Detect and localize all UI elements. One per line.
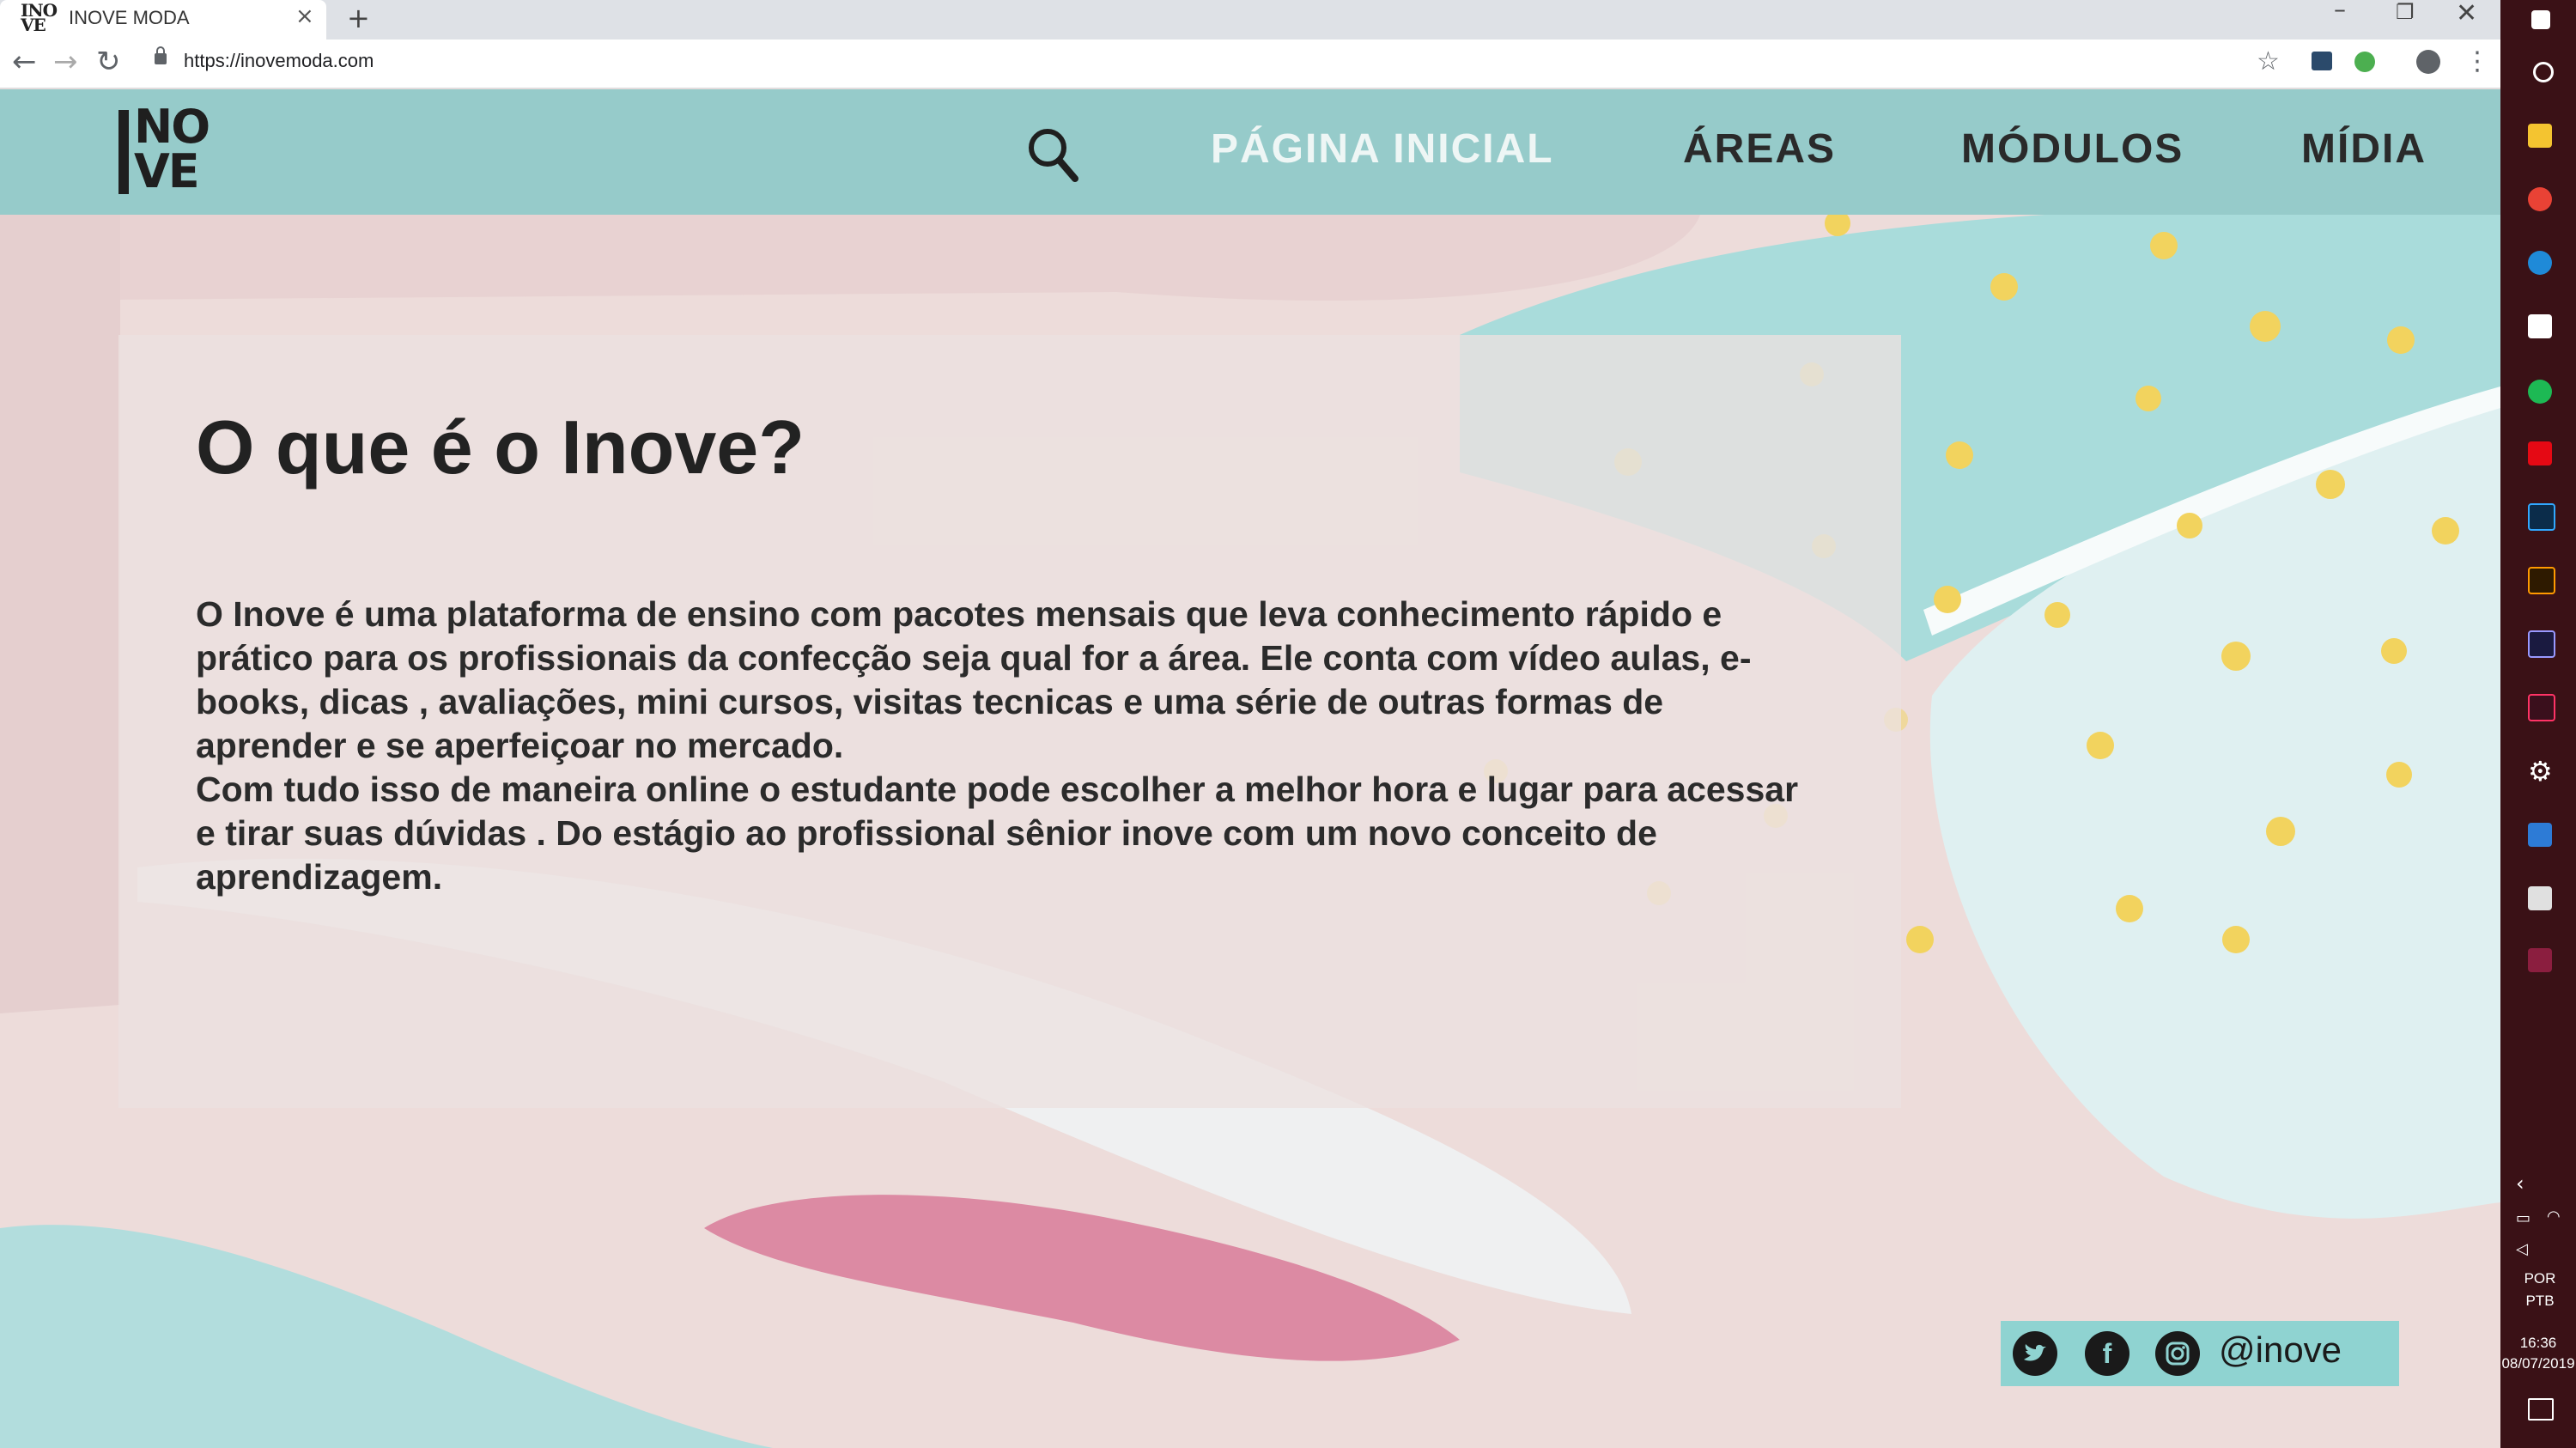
windows-taskbar — [2500, 0, 2576, 1448]
mail-icon[interactable] — [2528, 314, 2552, 338]
browser-tab-bar — [0, 0, 2500, 40]
image-viewer-icon[interactable] — [2528, 886, 2552, 910]
tab-title: INOVE MODA — [69, 7, 190, 28]
battery-icon[interactable]: ▭ — [2516, 1209, 2530, 1227]
clock-time: 16:36 — [2519, 1335, 2557, 1351]
system-clock[interactable]: 16:36 08/07/2019 — [2500, 1333, 2576, 1374]
extension-icon[interactable] — [2312, 52, 2332, 70]
window-minimize-button[interactable]: – — [2334, 0, 2346, 23]
logo-line1: NO — [134, 100, 210, 154]
language-indicator[interactable]: POR PTB — [2519, 1268, 2561, 1312]
window-close-button[interactable]: ✕ — [2456, 0, 2477, 28]
address-bar[interactable]: https://inovemoda.com — [184, 50, 374, 72]
after-effects-icon[interactable] — [2528, 630, 2555, 658]
settings-gear-icon[interactable]: ⚙ — [2528, 757, 2553, 785]
lock-icon — [155, 46, 167, 64]
social-handle[interactable]: @inove — [2219, 1329, 2342, 1371]
pink-blob-left — [0, 215, 1700, 301]
windows-start-icon[interactable] — [2531, 10, 2550, 29]
volume-icon[interactable]: ◁ — [2516, 1240, 2528, 1258]
show-hidden-icons-chevron-icon[interactable]: ‹ — [2516, 1171, 2524, 1196]
photoshop-icon[interactable] — [2528, 503, 2555, 531]
forward-arrow-icon[interactable]: → — [53, 45, 78, 79]
extension-green-icon[interactable] — [2354, 52, 2375, 72]
logo-line2: VE — [134, 144, 200, 198]
new-tab-button[interactable]: + — [347, 2, 370, 34]
window-maximize-button[interactable]: ❐ — [2396, 0, 2415, 24]
reload-icon[interactable]: ↻ — [96, 45, 121, 79]
description-text: O Inove é uma plataforma de ensino com p… — [196, 593, 1810, 899]
tab-favicon-icon: INO VE — [21, 0, 58, 35]
indesign-icon[interactable] — [2528, 694, 2555, 721]
netflix-icon[interactable] — [2528, 441, 2552, 465]
browser-menu-icon[interactable]: ⋮ — [2464, 46, 2490, 76]
bookmark-star-icon[interactable]: ☆ — [2257, 46, 2280, 76]
profile-avatar[interactable] — [2416, 50, 2440, 74]
facebook-icon[interactable]: f — [2085, 1331, 2129, 1376]
teal-blob-bottom-left — [0, 1225, 773, 1448]
wifi-icon[interactable]: ◠ — [2547, 1208, 2561, 1226]
winrar-icon[interactable] — [2528, 948, 2552, 972]
language-code: POR — [2524, 1270, 2556, 1287]
twitter-icon[interactable] — [2013, 1331, 2057, 1376]
back-arrow-icon[interactable]: ← — [12, 45, 37, 79]
notification-center-icon[interactable] — [2528, 1398, 2554, 1421]
instagram-icon[interactable] — [2155, 1331, 2200, 1376]
chrome-icon[interactable] — [2528, 187, 2552, 211]
description-paragraph-2: Com tudo isso de maneira online o estuda… — [196, 770, 1799, 897]
tab-close-icon[interactable]: × — [295, 3, 314, 29]
edge-icon[interactable] — [2528, 251, 2552, 275]
spotify-icon[interactable] — [2528, 380, 2552, 404]
file-explorer-icon[interactable] — [2528, 124, 2552, 148]
nav-midia[interactable]: MÍDIA — [2301, 125, 2427, 173]
keyboard-layout: PTB — [2525, 1293, 2555, 1309]
nav-modulos[interactable]: MÓDULOS — [1961, 125, 2184, 173]
illustrator-icon[interactable] — [2528, 567, 2555, 594]
page-title: O que é o Inove? — [196, 405, 805, 490]
clock-date: 08/07/2019 — [2501, 1355, 2575, 1372]
photos-app-icon[interactable] — [2528, 823, 2552, 847]
search-icon[interactable] — [1027, 127, 1078, 184]
pink-strip-left — [0, 215, 120, 1013]
browser-toolbar — [0, 40, 2500, 88]
social-bar: f @inove — [2001, 1321, 2399, 1386]
nav-pagina-inicial[interactable]: PÁGINA INICIAL — [1211, 125, 1554, 173]
nav-areas[interactable]: ÁREAS — [1683, 125, 1836, 173]
cortana-icon[interactable] — [2533, 62, 2554, 82]
description-paragraph-1: O Inove é uma plataforma de ensino com p… — [196, 594, 1752, 765]
